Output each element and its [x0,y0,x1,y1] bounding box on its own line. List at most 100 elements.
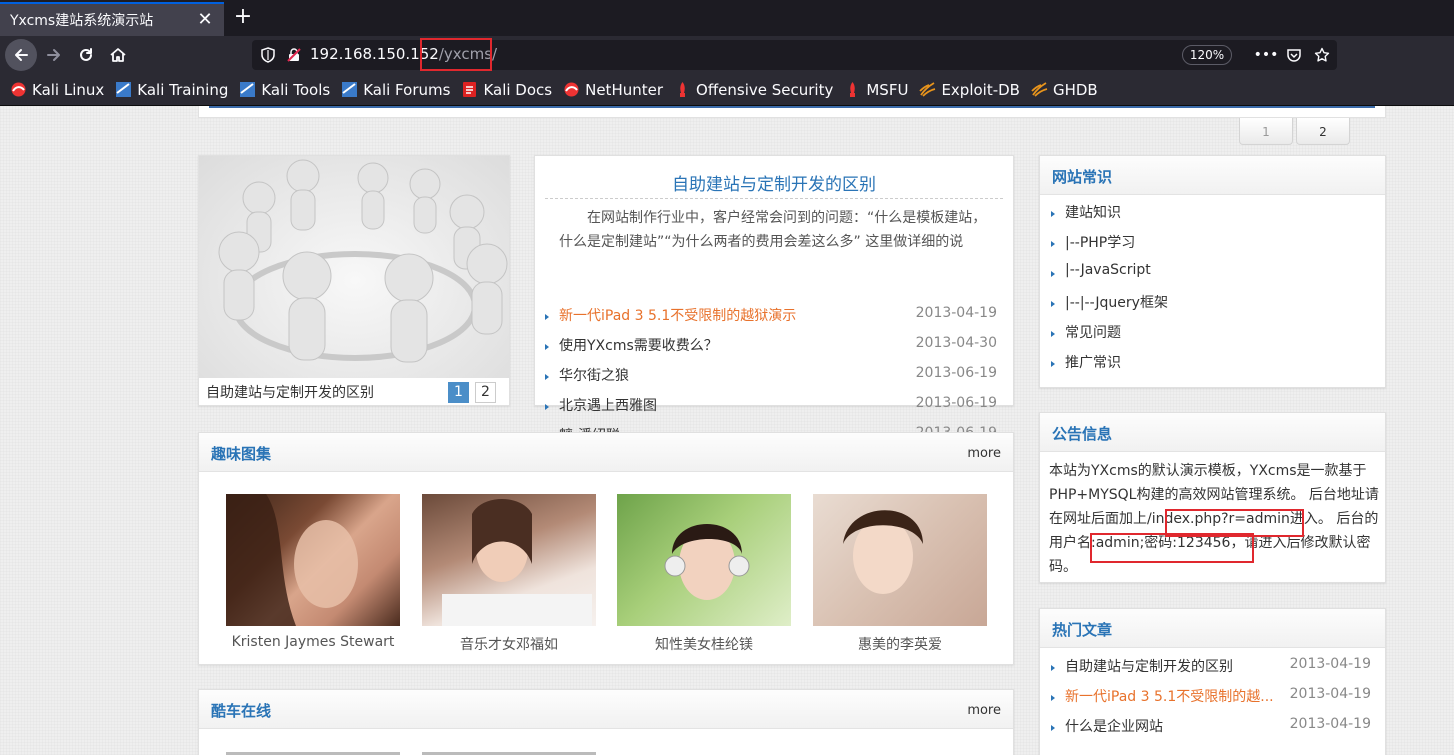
bookmark-kali-training[interactable]: Kali Training [115,81,228,99]
list-item[interactable]: |--|--Jquery框架 [1051,292,1371,322]
bookmark-kali-tools[interactable]: Kali Tools [239,81,330,99]
tab-title: Yxcms建站系统演示站 [10,13,154,29]
bullet-icon [545,374,549,380]
gallery-item[interactable]: 惠美的李英爱 [813,494,987,654]
arrow-left-icon [15,49,28,61]
bookmark-ghdb[interactable]: GHDB [1031,81,1098,99]
reload-icon [80,48,92,61]
article-link[interactable]: 新一代iPad 3 5.1不受限制的越狱演示 [559,305,796,325]
category-link[interactable]: 建站知识 [1065,202,1121,222]
box-title[interactable]: 酷车在线 [211,700,271,721]
box-title[interactable]: 热门文章 [1052,619,1112,640]
bookmark-msfu[interactable]: MSFU [844,81,908,99]
pager-page-2[interactable]: 2 [1296,118,1350,145]
bookmark-label: NetHunter [585,80,664,99]
gallery-photo[interactable] [226,494,400,626]
bookmarks-toolbar: Kali Linux Kali Training Kali Tools Kali… [0,74,1454,106]
insecure-lock-icon[interactable] [286,47,302,67]
list-item[interactable]: 什么是企业网站 2013-04-19 [1051,716,1371,746]
list-item[interactable]: 新一代iPad 3 5.1不受限制的越狱演示 2013-04-19 [545,305,997,335]
browser-tab[interactable]: Yxcms建站系统演示站 ✕ [0,2,224,36]
bookmark-label: GHDB [1052,80,1098,99]
list-item[interactable]: |--JavaScript [1051,262,1371,292]
nethunter-icon [563,81,580,98]
article-link[interactable]: 什么是企业网站 [1065,716,1280,736]
article-date: 2013-04-19 [915,305,997,321]
slideshow-image[interactable] [199,156,509,382]
zoom-level-badge[interactable]: 120% [1182,45,1232,65]
gallery-photo[interactable] [422,494,596,626]
article-link[interactable]: 华尔街之狼 [559,365,629,385]
slideshow-page-2[interactable]: 2 [475,382,496,403]
bookmark-offensive-security[interactable]: Offensive Security [674,81,833,99]
gallery-caption[interactable]: 知性美女桂纶镁 [617,634,791,654]
bullet-icon [1051,211,1055,217]
bullet-icon [1051,241,1055,247]
offsec-icon [674,81,691,98]
category-link[interactable]: 常见问题 [1065,322,1121,342]
gallery-item[interactable]: Kristen Jaymes Stewart [226,494,400,650]
bookmark-kali-docs[interactable]: Kali Docs [461,81,552,99]
tracking-shield-icon[interactable] [260,47,276,67]
photo-gallery-box: 趣味图集 more Kristen Jaymes Stewart 音乐才女邓福如… [198,432,1014,665]
forward-button[interactable] [38,39,70,71]
article-date: 2013-04-19 [1289,686,1371,702]
bookmark-exploit-db[interactable]: Exploit-DB [919,81,1020,99]
credentials-highlight [1090,533,1254,563]
bookmark-label: Kali Training [137,80,229,99]
article-link[interactable]: 北京遇上西雅图 [559,395,657,415]
gallery-photo[interactable] [617,494,791,626]
list-item[interactable]: 常见问题 [1051,322,1371,352]
list-item[interactable]: 北京遇上西雅图 2013-06-19 [545,395,997,425]
article-link[interactable]: 新一代iPad 3 5.1不受限制的越... [1065,686,1280,706]
bookmark-star-icon[interactable] [1312,45,1332,65]
slideshow-page-1[interactable]: 1 [448,382,469,403]
featured-article-title[interactable]: 自助建站与定制开发的区别 [535,170,1013,195]
box-title[interactable]: 趣味图集 [211,443,271,464]
new-tab-icon[interactable]: + [230,4,256,30]
bookmark-kali-linux[interactable]: Kali Linux [10,81,104,99]
list-item[interactable]: 新一代iPad 3 5.1不受限制的越... 2013-04-19 [1051,686,1371,716]
bookmark-label: Offensive Security [696,80,834,99]
slideshow[interactable]: 自助建站与定制开发的区别 1 2 [198,155,510,406]
category-link[interactable]: |--JavaScript [1065,262,1151,278]
gallery-item[interactable]: 音乐才女邓福如 [422,494,596,654]
article-link[interactable]: 使用YXcms需要收费么？ [559,335,718,355]
box-header: 公告信息 [1040,413,1385,452]
box-title[interactable]: 公告信息 [1052,423,1112,444]
list-item[interactable]: 自助建站与定制开发的区别 2013-04-19 [1051,656,1371,686]
tab-strip: Yxcms建站系统演示站 ✕ + [0,0,1454,36]
list-item[interactable]: 华尔街之狼 2013-06-19 [545,365,997,395]
bookmark-label: Exploit-DB [941,80,1020,99]
list-item[interactable]: 使用YXcms需要收费么？ 2013-04-30 [545,335,997,365]
page-actions-icon[interactable]: ••• [1254,45,1279,65]
more-link[interactable]: more [967,703,1001,718]
back-button[interactable] [5,39,37,71]
close-tab-icon[interactable]: ✕ [196,11,214,29]
home-button[interactable] [102,39,134,71]
gallery-item[interactable]: 知性美女桂纶镁 [617,494,791,654]
bookmark-kali-forums[interactable]: Kali Forums [341,81,450,99]
pocket-icon[interactable] [1284,45,1304,65]
gallery-photo[interactable] [813,494,987,626]
bookmark-label: MSFU [866,80,909,99]
category-link[interactable]: |--|--Jquery框架 [1065,292,1168,312]
slideshow-caption[interactable]: 自助建站与定制开发的区别 [206,382,374,402]
gallery-caption[interactable]: 惠美的李英爱 [813,634,987,654]
article-link[interactable]: 自助建站与定制开发的区别 [1065,656,1280,676]
category-link[interactable]: 推广常识 [1065,352,1121,372]
divider [545,198,1003,199]
address-bar[interactable]: 192.168.150.152/yxcms/ 120% ••• [252,38,1337,71]
list-item[interactable]: 推广常识 [1051,352,1371,382]
list-item[interactable]: 建站知识 [1051,202,1371,232]
category-link[interactable]: |--PHP学习 [1065,232,1135,252]
list-item[interactable]: |--PHP学习 [1051,232,1371,262]
reload-button[interactable] [70,39,102,71]
pager-page-1[interactable]: 1 [1239,118,1293,145]
gallery-caption[interactable]: 音乐才女邓福如 [422,634,596,654]
box-title[interactable]: 网站常识 [1052,166,1112,187]
hot-articles-list: 自助建站与定制开发的区别 2013-04-19 新一代iPad 3 5.1不受限制… [1051,656,1371,746]
more-link[interactable]: more [967,446,1001,461]
bookmark-nethunter[interactable]: NetHunter [563,81,663,99]
gallery-caption[interactable]: Kristen Jaymes Stewart [226,634,400,650]
